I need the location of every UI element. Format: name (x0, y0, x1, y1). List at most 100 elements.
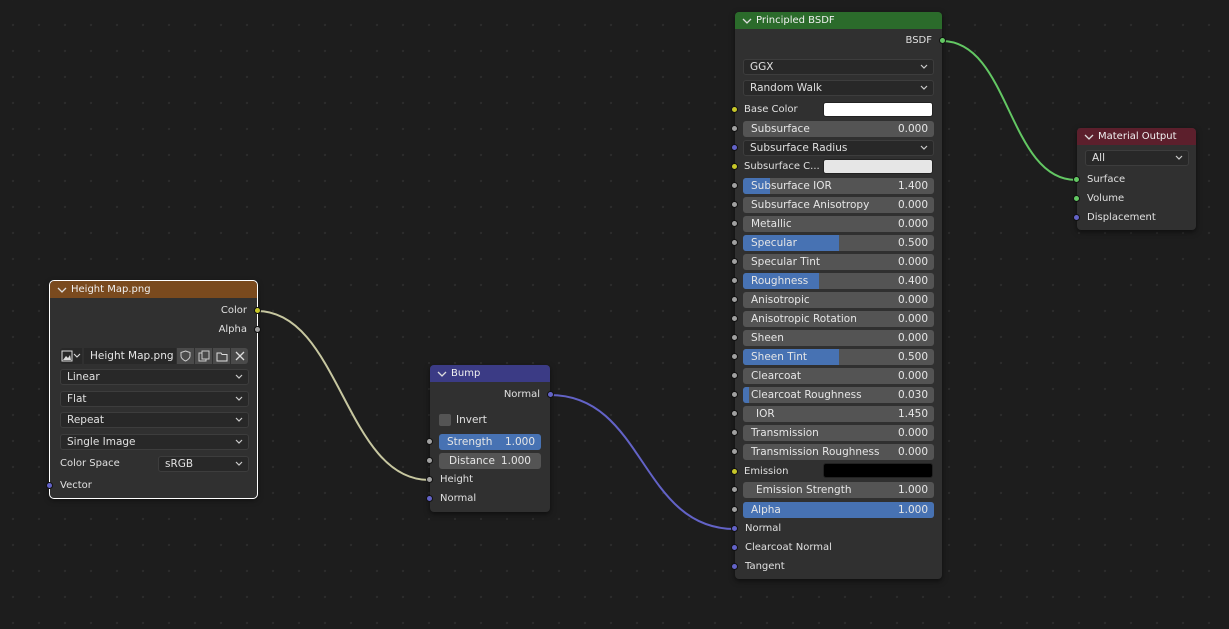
input-specular-socket[interactable] (731, 239, 738, 246)
input-subsurface-socket[interactable] (731, 125, 738, 132)
input-clearcoat-socket[interactable] (731, 372, 738, 379)
input-surface-socket[interactable] (1073, 176, 1080, 183)
specular-tint-slider[interactable]: Specular Tint 0.000 (743, 254, 934, 270)
input-roughness-socket[interactable] (731, 277, 738, 284)
anisotropic-rotation-slider[interactable]: Anisotropic Rotation 0.000 (743, 311, 934, 327)
principled-bsdf-node[interactable]: Principled BSDF BSDF GGX Random Walk Bas… (731, 12, 946, 579)
input-metallic-socket[interactable] (731, 220, 738, 227)
output-color-socket[interactable] (254, 307, 261, 314)
extension-dropdown[interactable]: Repeat (60, 412, 249, 428)
close-icon (235, 351, 244, 361)
projection-dropdown[interactable]: Flat (60, 391, 249, 407)
specular-slider[interactable]: Specular 0.500 (743, 235, 934, 251)
input-subsurface-radius-socket[interactable] (731, 144, 738, 151)
chevron-down-icon (920, 85, 928, 90)
subsurface-radius-dropdown[interactable]: Subsurface Radius (743, 140, 934, 156)
input-strength-socket[interactable] (426, 438, 433, 445)
clearcoat-roughness-label: Clearcoat Roughness (751, 389, 862, 401)
input-tangent-row: Tangent (731, 557, 942, 576)
input-anisotropic-socket[interactable] (731, 296, 738, 303)
material-output-header[interactable]: Material Output (1077, 128, 1196, 145)
source-dropdown[interactable]: Single Image (60, 434, 249, 450)
bump-node[interactable]: Bump Normal Invert Strength 1.000 Distan… (426, 365, 554, 512)
ior-field[interactable]: IOR 1.450 (743, 406, 934, 422)
shield-icon (180, 350, 191, 362)
transmission-field[interactable]: Transmission 0.000 (743, 425, 934, 441)
subsurface-ior-slider[interactable]: Subsurface IOR 1.400 (743, 178, 934, 194)
input-anisotropic-rotation-socket[interactable] (731, 315, 738, 322)
target-dropdown[interactable]: All (1085, 150, 1189, 166)
input-subsurface-ior-socket[interactable] (731, 182, 738, 189)
image-texture-header[interactable]: Height Map.png (50, 281, 257, 298)
subsurface-anisotropy-slider[interactable]: Subsurface Anisotropy 0.000 (743, 197, 934, 213)
collapse-chevron-icon[interactable] (741, 16, 753, 26)
alpha-slider[interactable]: Alpha 1.000 (743, 502, 934, 518)
input-tangent-socket[interactable] (731, 563, 738, 570)
input-displacement-label: Displacement (1087, 212, 1156, 223)
input-sheen-tint-socket[interactable] (731, 353, 738, 360)
invert-row[interactable]: Invert (430, 410, 550, 429)
image-name-field[interactable]: Height Map.png (84, 348, 176, 364)
input-volume-socket[interactable] (1073, 195, 1080, 202)
input-normal-socket[interactable] (731, 525, 738, 532)
emission-strength-label: Emission Strength (756, 484, 852, 496)
clearcoat-slider[interactable]: Clearcoat 0.000 (743, 368, 934, 384)
input-subsurface-anisotropy-socket[interactable] (731, 201, 738, 208)
input-sheen-socket[interactable] (731, 334, 738, 341)
input-emission-strength-socket[interactable] (731, 486, 738, 493)
input-alpha-socket[interactable] (731, 506, 738, 513)
open-image-button[interactable] (213, 348, 230, 364)
interpolation-dropdown[interactable]: Linear (60, 369, 249, 385)
input-transmission-roughness-socket[interactable] (731, 448, 738, 455)
unlink-image-button[interactable] (231, 348, 248, 364)
anisotropic-slider[interactable]: Anisotropic 0.000 (743, 292, 934, 308)
input-emission-socket[interactable] (731, 468, 738, 475)
fake-user-button[interactable] (177, 348, 194, 364)
input-base-color-socket[interactable] (731, 106, 738, 113)
image-browse-button[interactable] (60, 348, 82, 364)
output-color-row: Color (50, 301, 261, 320)
input-ior-socket[interactable] (731, 410, 738, 417)
output-alpha-socket[interactable] (254, 326, 261, 333)
emission-color-swatch[interactable] (823, 463, 933, 478)
strength-slider[interactable]: Strength 1.000 (439, 434, 541, 450)
subsurface-field[interactable]: Subsurface 0.000 (743, 121, 934, 137)
emission-strength-field[interactable]: Emission Strength 1.000 (743, 482, 934, 498)
image-texture-node[interactable]: Height Map.png Color Alpha Height Map.pn… (46, 280, 261, 499)
input-clearcoat-normal-socket[interactable] (731, 544, 738, 551)
output-normal-label: Normal (503, 389, 540, 400)
color-space-dropdown[interactable]: sRGB (158, 456, 249, 472)
collapse-chevron-icon[interactable] (56, 285, 68, 295)
output-normal-socket[interactable] (547, 391, 554, 398)
input-clearcoat-roughness-socket[interactable] (731, 391, 738, 398)
output-bsdf-socket[interactable] (939, 37, 946, 44)
sheen-tint-slider[interactable]: Sheen Tint 0.500 (743, 349, 934, 365)
transmission-roughness-field[interactable]: Transmission Roughness 0.000 (743, 444, 934, 460)
metallic-slider[interactable]: Metallic 0.000 (743, 216, 934, 232)
duplicate-image-button[interactable] (195, 348, 212, 364)
material-output-node[interactable]: Material Output All Surface Volume Displ… (1073, 128, 1196, 230)
input-vector-socket[interactable] (46, 482, 53, 489)
invert-checkbox[interactable] (439, 413, 451, 426)
input-normal-socket[interactable] (426, 495, 433, 502)
input-height-socket[interactable] (426, 476, 433, 483)
bump-header[interactable]: Bump (430, 365, 550, 382)
roughness-slider[interactable]: Roughness 0.400 (743, 273, 934, 289)
distribution-dropdown[interactable]: GGX (743, 59, 934, 75)
base-color-swatch[interactable] (823, 102, 933, 117)
image-selector: Height Map.png (60, 347, 248, 365)
collapse-chevron-icon[interactable] (1083, 132, 1095, 142)
principled-bsdf-header[interactable]: Principled BSDF (735, 12, 942, 29)
input-specular-tint-socket[interactable] (731, 258, 738, 265)
input-subsurface-color-socket[interactable] (731, 163, 738, 170)
base-color-label: Base Color (744, 104, 798, 115)
subsurface-color-swatch[interactable] (823, 159, 933, 174)
clearcoat-roughness-slider[interactable]: Clearcoat Roughness 0.030 (743, 387, 934, 403)
sheen-slider[interactable]: Sheen 0.000 (743, 330, 934, 346)
collapse-chevron-icon[interactable] (436, 369, 448, 379)
input-transmission-socket[interactable] (731, 429, 738, 436)
input-displacement-socket[interactable] (1073, 214, 1080, 221)
input-distance-socket[interactable] (426, 457, 433, 464)
subsurface-method-dropdown[interactable]: Random Walk (743, 80, 934, 96)
distance-field[interactable]: Distance 1.000 (439, 453, 541, 469)
